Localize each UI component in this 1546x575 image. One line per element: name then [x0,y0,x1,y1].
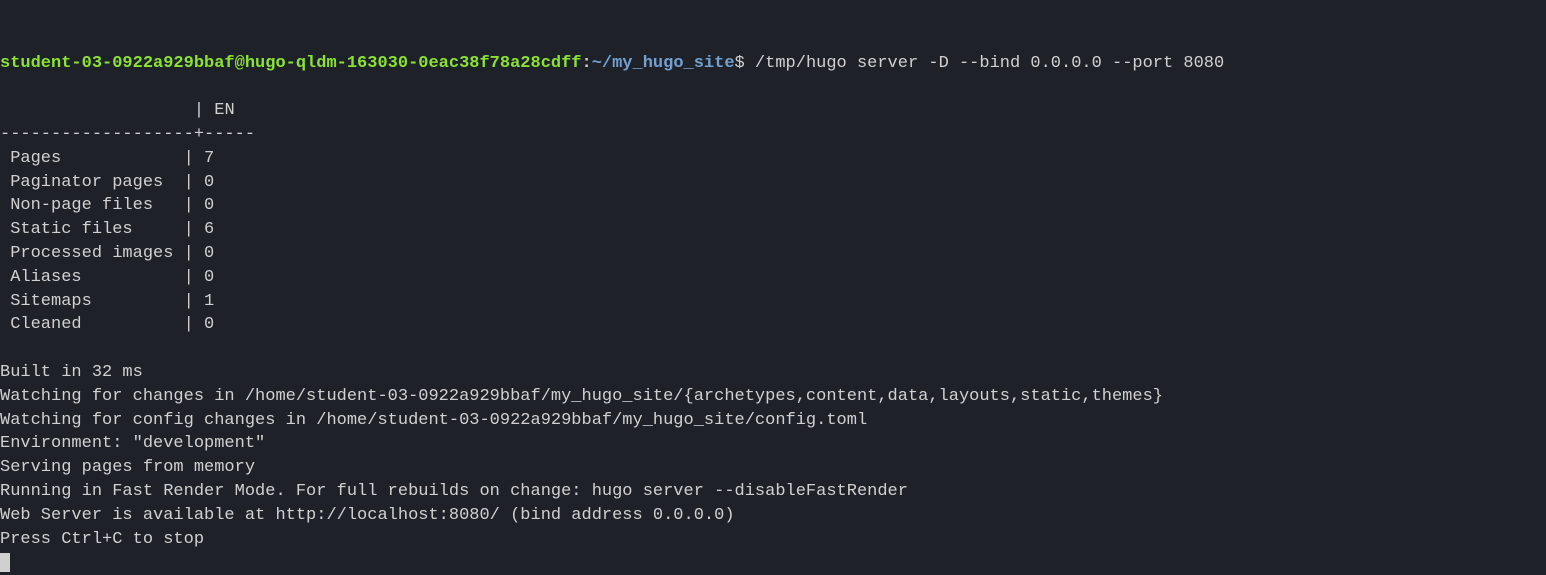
table-pipe: | [184,196,194,215]
table-pad [214,220,234,239]
table-row-label: Non-page files [0,196,184,215]
table-pad [214,268,234,287]
table-pad [214,149,234,168]
table-row-label: Processed images [0,244,184,263]
prompt-user-host: student-03-0922a929bbaf@hugo-qldm-163030… [0,54,582,73]
table-pipe: | [184,315,194,334]
table-row-value: 0 [194,173,214,192]
table-row-label: Pages [0,149,184,168]
prompt-path: ~/my_hugo_site [592,54,735,73]
webserver-url: Web Server is available at http://localh… [0,506,735,525]
table-pipe: | [184,173,194,192]
table-row-value: 7 [194,149,214,168]
terminal-cursor[interactable] [0,553,10,572]
prompt-separator: : [582,54,592,73]
prompt-dollar: $ [735,54,745,73]
table-pad [214,196,234,215]
watching-changes: Watching for changes in /home/student-03… [0,387,1163,406]
stop-instruction: Press Ctrl+C to stop [0,530,204,549]
built-time: Built in 32 ms [0,363,143,382]
table-pipe: | [184,244,194,263]
table-pad [214,244,234,263]
table-divider: -------------------+----- [0,125,255,144]
table-pad [214,292,234,311]
table-row-value: 6 [194,220,214,239]
watching-config: Watching for config changes in /home/stu… [0,411,867,430]
table-row-label: Paginator pages [0,173,184,192]
table-pad [214,315,234,334]
table-pipe: | [184,220,194,239]
table-row-value: 0 [194,268,214,287]
command-input[interactable]: /tmp/hugo server -D --bind 0.0.0.0 --por… [745,54,1224,73]
table-pipe: | [184,268,194,287]
table-header-prefix: | [0,101,214,120]
table-header-suffix [235,101,255,120]
table-row-value: 1 [194,292,214,311]
fast-render-mode: Running in Fast Render Mode. For full re… [0,482,908,501]
table-row-label: Aliases [0,268,184,287]
table-row-value: 0 [194,315,214,334]
table-pipe: | [184,292,194,311]
table-pipe: | [184,149,194,168]
serving-from: Serving pages from memory [0,458,255,477]
table-row-value: 0 [194,196,214,215]
table-row-label: Sitemaps [0,292,184,311]
table-row-label: Static files [0,220,184,239]
table-row-value: 0 [194,244,214,263]
environment: Environment: "development" [0,434,265,453]
table-row-label: Cleaned [0,315,184,334]
table-pad [214,173,234,192]
table-header-lang: EN [214,101,234,120]
